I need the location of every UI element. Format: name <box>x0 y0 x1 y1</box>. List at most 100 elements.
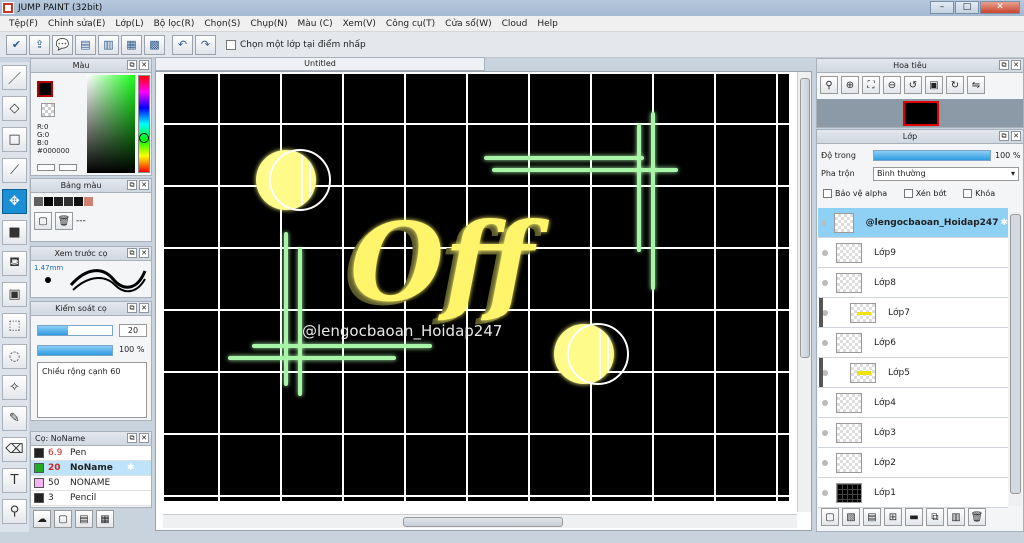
panel-close-icon[interactable]: ✕ <box>139 180 149 190</box>
cloud-brush-icon[interactable]: ☁ <box>33 510 51 528</box>
document-icon[interactable]: ▦ <box>121 34 142 55</box>
select-pen-tool-icon[interactable]: ✎ <box>2 406 27 431</box>
menu-capture[interactable]: Chụp(N) <box>245 19 292 29</box>
fit-screen-icon[interactable]: ⛶ <box>862 76 880 94</box>
rotate-left-icon[interactable]: ↺ <box>904 76 922 94</box>
zoom-out-icon[interactable]: ⊖ <box>883 76 901 94</box>
blend-mode-select[interactable]: Bình thường <box>873 167 1019 181</box>
delete-layer-icon[interactable]: 🗑 <box>968 508 986 526</box>
panel-close-icon[interactable]: ✕ <box>139 433 149 443</box>
panel-float-icon[interactable]: ⧉ <box>127 248 137 258</box>
hue-knob[interactable] <box>139 133 149 143</box>
menu-file[interactable]: Tệp(F) <box>4 19 43 29</box>
select-rect-tool-icon[interactable]: ⬚ <box>2 313 27 338</box>
color-mode-button[interactable] <box>37 164 55 171</box>
checkbox-box[interactable] <box>823 189 832 198</box>
zoom-icon[interactable]: ⚲ <box>820 76 838 94</box>
maximize-button[interactable]: □ <box>955 1 979 14</box>
palette-swatch[interactable] <box>64 197 73 206</box>
minimize-button[interactable]: – <box>930 1 954 14</box>
brush-size-input[interactable]: 20 <box>119 324 147 337</box>
select-layer-checkbox[interactable]: Chọn một lớp tại điểm nhấp <box>226 39 366 50</box>
visibility-eye-icon[interactable] <box>822 429 828 436</box>
layer-scroll-thumb[interactable] <box>1010 214 1021 494</box>
delete-palette-icon[interactable]: 🗑 <box>55 212 73 230</box>
grid-icon[interactable]: ▩ <box>144 34 165 55</box>
layer-row[interactable]: Lớp8 <box>818 268 1008 298</box>
brush-gear-icon[interactable]: ✱ <box>127 463 135 473</box>
panel-float-icon[interactable]: ⧉ <box>127 433 137 443</box>
brush-opacity-slider[interactable] <box>37 345 113 356</box>
panel-close-icon[interactable]: ✕ <box>1011 131 1021 141</box>
visibility-eye-icon[interactable] <box>822 459 828 466</box>
zoom-in-icon[interactable]: ⊕ <box>841 76 859 94</box>
visibility-eye-icon[interactable] <box>822 339 828 346</box>
canvas-vertical-scrollbar[interactable] <box>797 72 811 512</box>
bucket-tool-icon[interactable]: ⛾ <box>2 251 27 276</box>
layer-row[interactable]: Lớp6 <box>818 328 1008 358</box>
move-tool-icon[interactable]: ✥ <box>2 189 27 214</box>
merge-layer-icon[interactable]: ▥ <box>947 508 965 526</box>
actual-size-icon[interactable]: ▣ <box>925 76 943 94</box>
page-icon[interactable]: ▥ <box>98 34 119 55</box>
lock-checkbox[interactable]: Khóa <box>963 189 995 198</box>
brush-menu-icon[interactable]: ▤ <box>75 510 93 528</box>
menu-window[interactable]: Cửa sổ(W) <box>440 19 496 29</box>
eyedropper-tool-icon[interactable]: ⚲ <box>2 499 27 524</box>
gradient-tool-icon[interactable]: ▣ <box>2 282 27 307</box>
layer-row[interactable]: Lớp9 <box>818 238 1008 268</box>
new-folder-icon[interactable]: ▬ <box>905 508 923 526</box>
new-screentone-layer-icon[interactable]: ▧ <box>842 508 860 526</box>
menu-view[interactable]: Xem(V) <box>338 19 381 29</box>
layer-row[interactable]: Lớp7 <box>818 298 1008 328</box>
eraser-tool-icon[interactable]: ◇ <box>2 96 27 121</box>
text-tool-icon[interactable]: T <box>2 468 27 493</box>
panel-float-icon[interactable]: ⧉ <box>999 131 1009 141</box>
layer-row[interactable]: Lớp2 <box>818 448 1008 478</box>
clip-checkbox[interactable]: Xén bớt <box>903 189 947 198</box>
visibility-eye-icon[interactable] <box>822 279 828 286</box>
protect-alpha-checkbox[interactable]: Bảo vệ alpha <box>823 189 887 198</box>
panel-close-icon[interactable]: ✕ <box>1011 60 1021 70</box>
hscroll-thumb[interactable] <box>403 517 563 527</box>
brush-size-slider[interactable] <box>37 325 113 336</box>
visibility-eye-icon[interactable] <box>822 249 828 256</box>
layer-row[interactable]: Lớp3 <box>818 418 1008 448</box>
visibility-eye-icon[interactable] <box>822 399 828 406</box>
document-tab[interactable]: Untitled <box>155 57 485 71</box>
checkbox-box[interactable] <box>903 189 913 198</box>
checkbox-box[interactable] <box>226 39 236 50</box>
panel-float-icon[interactable]: ⧉ <box>127 60 137 70</box>
menu-edit[interactable]: Chỉnh sửa(E) <box>43 19 110 29</box>
menu-select[interactable]: Chọn(S) <box>199 19 245 29</box>
redo-icon[interactable]: ↷ <box>195 34 216 55</box>
close-button[interactable]: ✕ <box>980 1 1020 14</box>
menu-help[interactable]: Help <box>532 19 563 29</box>
palette-swatch[interactable] <box>54 197 63 206</box>
palette-swatch[interactable] <box>44 197 53 206</box>
fill-shape-tool-icon[interactable]: ■ <box>2 220 27 245</box>
drawing-canvas[interactable]: Off Off @lengocbaoan_Hoidap247 <box>164 74 789 501</box>
background-color-swatch[interactable] <box>41 103 55 117</box>
brush-tool-icon[interactable]: ／ <box>2 65 27 90</box>
new-brush-icon[interactable]: ▢ <box>54 510 72 528</box>
menu-filter[interactable]: Bộ lọc(R) <box>149 19 200 29</box>
layer-menu-icon[interactable]: ⊞ <box>884 508 902 526</box>
menu-layer[interactable]: Lớp(L) <box>110 19 148 29</box>
panel-float-icon[interactable]: ⧉ <box>999 60 1009 70</box>
new-palette-icon[interactable]: ▢ <box>34 212 52 230</box>
menu-cloud[interactable]: Cloud <box>497 19 533 29</box>
rectangle-tool-icon[interactable]: □ <box>2 127 27 152</box>
lasso-tool-icon[interactable]: ◌ <box>2 344 27 369</box>
rotate-right-icon[interactable]: ↻ <box>946 76 964 94</box>
export-icon[interactable]: ⇪ <box>29 34 50 55</box>
magic-wand-tool-icon[interactable]: ✧ <box>2 375 27 400</box>
note-icon[interactable]: ▤ <box>75 34 96 55</box>
brush-item-noname-upper[interactable]: 50 NONAME <box>31 476 151 491</box>
foreground-color-swatch[interactable] <box>37 81 53 97</box>
menu-color[interactable]: Màu (C) <box>293 19 338 29</box>
palette-swatch[interactable] <box>34 197 43 206</box>
brush-item-noname[interactable]: 20 NoName ✱ <box>31 461 151 476</box>
layer-row[interactable]: @lengocbaoan_Hoidap247 ✱ <box>818 208 1008 238</box>
layer-row[interactable]: Lớp1 <box>818 478 1008 508</box>
